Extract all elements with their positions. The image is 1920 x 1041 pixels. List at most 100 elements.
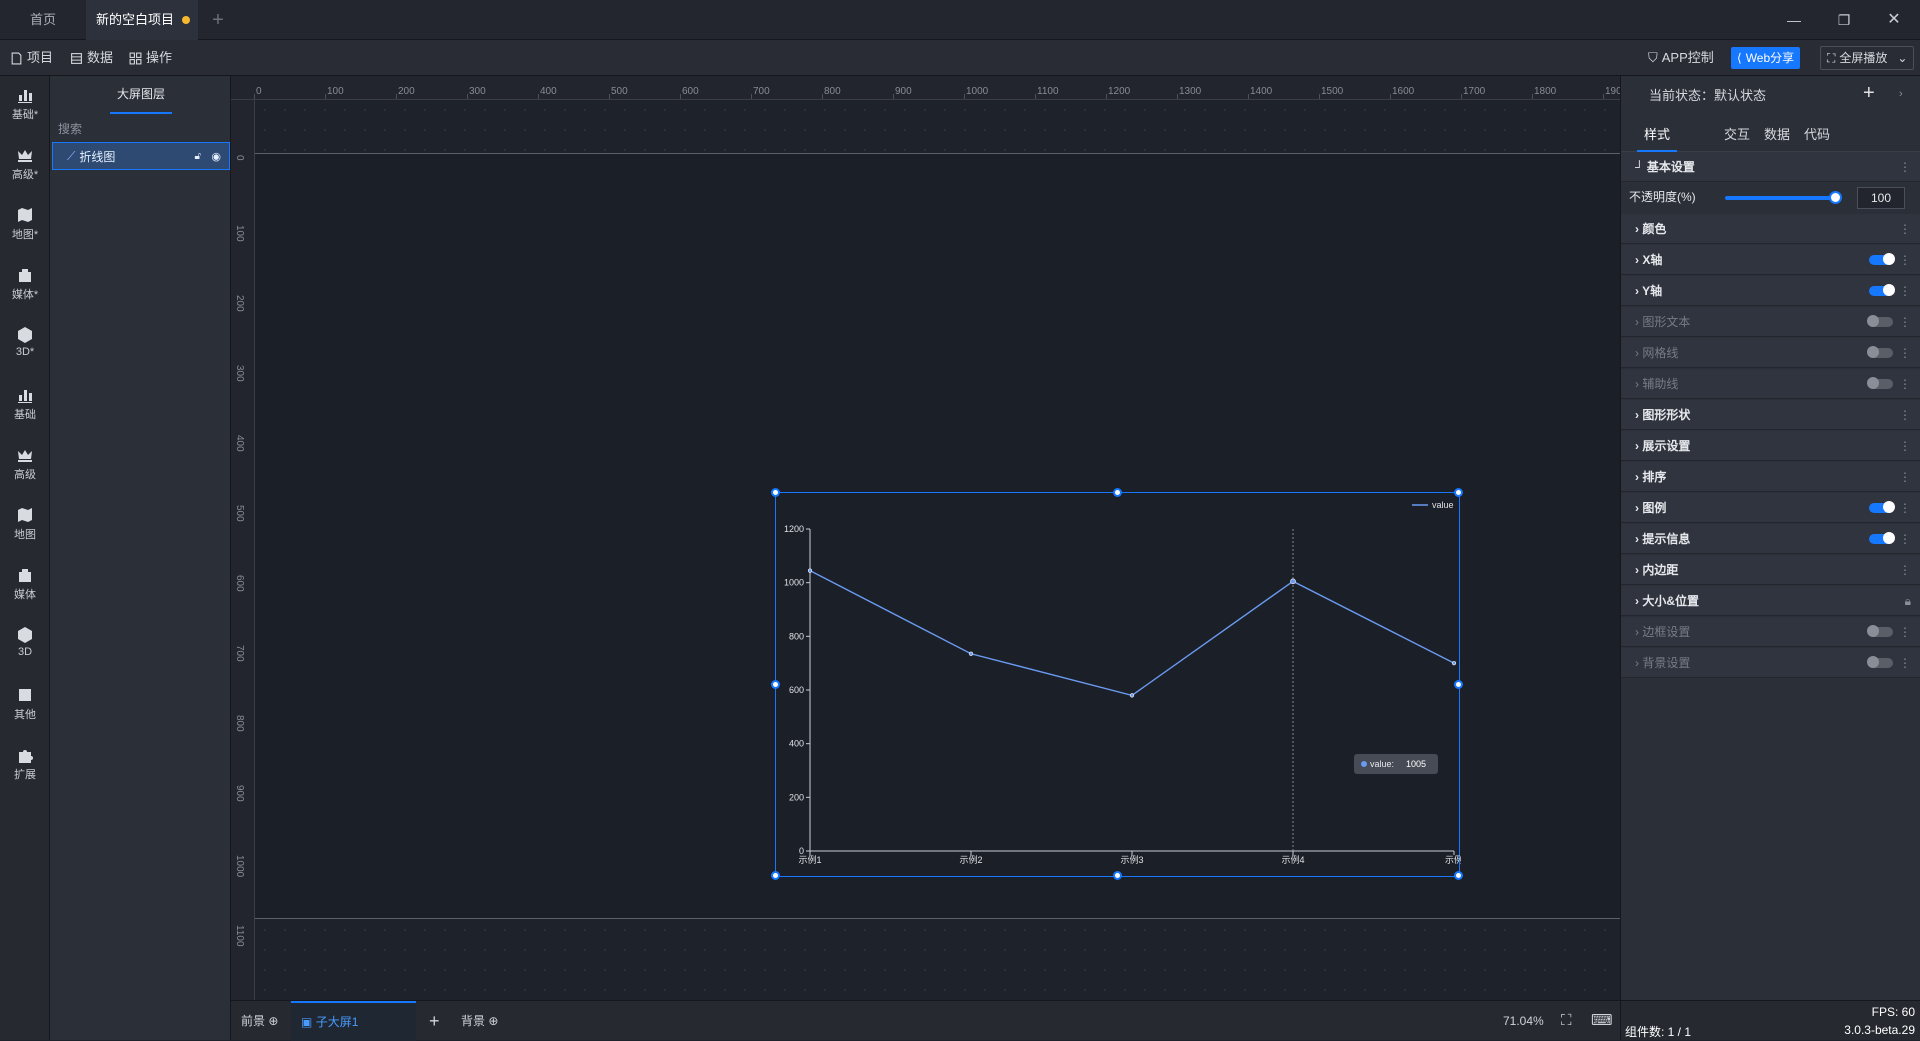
toggle-switch[interactable] — [1867, 315, 1893, 327]
section-tooltip[interactable]: › 提示信息 ⋮ — [1621, 524, 1920, 554]
toggle-switch[interactable] — [1869, 501, 1895, 513]
rail-item-4[interactable]: 3D* — [0, 318, 50, 374]
toggle-switch[interactable] — [1869, 253, 1895, 265]
opacity-slider-handle[interactable] — [1829, 191, 1842, 204]
tab-data[interactable]: 数据 — [1757, 118, 1797, 152]
rail-item-10[interactable]: 其他 — [0, 678, 50, 734]
add-state-button[interactable]: + — [1863, 82, 1875, 105]
toggle-switch[interactable] — [1869, 284, 1895, 296]
section-sort[interactable]: › 排序 ⋮ — [1621, 462, 1920, 492]
add-circle-icon[interactable]: ⊕ — [488, 1014, 498, 1028]
rail-item-8[interactable]: 媒体 — [0, 558, 50, 614]
operate-menu[interactable]: 操作 — [129, 40, 172, 76]
section-yaxis[interactable]: › Y轴 ⋮ — [1621, 276, 1920, 306]
layer-item-line-chart[interactable]: ⟋ 折线图 🔓︎ ◉ — [52, 142, 230, 170]
section-padding[interactable]: › 内边距 ⋮ — [1621, 555, 1920, 585]
rail-item-label: 3D* — [15, 346, 35, 358]
section-legend[interactable]: › 图例 ⋮ — [1621, 493, 1920, 523]
project-menu[interactable]: 项目 — [10, 40, 53, 76]
section-shape[interactable]: › 图形形状 ⋮ — [1621, 400, 1920, 430]
tab-code[interactable]: 代码 — [1797, 118, 1837, 152]
line-chart-component[interactable]: 0 200 400 600 800 1000 1200 示例1 示例2 示例3 示例4 示例 value… — [771, 488, 1463, 880]
toggle-switch[interactable] — [1867, 377, 1893, 389]
current-state[interactable]: 当前状态：默认状态 — [1649, 76, 1766, 116]
resize-handle[interactable] — [771, 871, 780, 880]
minimize-icon[interactable]: — — [1782, 8, 1806, 32]
opacity-slider[interactable] — [1725, 196, 1835, 200]
rail-item-3[interactable]: 媒体* — [0, 258, 50, 314]
more-icon[interactable]: ⋮ — [1899, 152, 1911, 182]
more-icon[interactable]: ⋮ — [1899, 338, 1911, 368]
section-aux[interactable]: › 辅助线 ⋮ — [1621, 369, 1920, 399]
tab-style[interactable]: 样式 — [1637, 118, 1677, 152]
resize-handle[interactable] — [1454, 679, 1463, 689]
web-share-button[interactable]: ⟨ Web分享 — [1731, 47, 1801, 69]
section-bg[interactable]: › 背景设置 ⋮ — [1621, 648, 1920, 678]
section-shape-text[interactable]: › 图形文本 ⋮ — [1621, 307, 1920, 337]
section-border[interactable]: › 边框设置 ⋮ — [1621, 617, 1920, 647]
more-icon[interactable]: ⋮ — [1899, 555, 1911, 585]
more-icon[interactable]: ⋮ — [1899, 214, 1911, 244]
rail-item-5[interactable]: 基础 — [0, 378, 50, 434]
tab-home[interactable]: 首页 — [0, 0, 86, 40]
more-icon[interactable]: ⋮ — [1899, 617, 1911, 647]
eye-icon[interactable]: ◉ — [211, 150, 221, 163]
zoom-level[interactable]: 71.04% — [1503, 1001, 1544, 1041]
add-screen-button[interactable]: + — [429, 1001, 440, 1041]
tab-interaction[interactable]: 交互 — [1717, 118, 1757, 152]
section-display[interactable]: › 展示设置 ⋮ — [1621, 431, 1920, 461]
more-icon[interactable]: ⋮ — [1899, 276, 1911, 306]
unlock-icon[interactable]: 🔓︎ — [195, 151, 201, 162]
resize-handle[interactable] — [1454, 488, 1463, 497]
sub-screen-tab[interactable]: ▣ 子大屏1 — [291, 1001, 416, 1041]
section-size-pos[interactable]: › 大小&位置 🔒︎ — [1621, 586, 1920, 616]
canvas-area[interactable]: 0 200 400 600 800 1000 1200 示例1 示例2 示例3 示例4 示例 value… — [255, 100, 1620, 1000]
rail-item-2[interactable]: 地图* — [0, 198, 50, 254]
more-icon[interactable]: ⋮ — [1899, 369, 1911, 399]
background-tab[interactable]: 背景 ⊕ — [461, 1001, 498, 1041]
section-xaxis[interactable]: › X轴 ⋮ — [1621, 245, 1920, 275]
section-grid[interactable]: › 网格线 ⋮ — [1621, 338, 1920, 368]
rail-item-6[interactable]: 高级 — [0, 438, 50, 494]
chevron-right-icon[interactable]: › — [1899, 88, 1903, 100]
rail-item-9[interactable]: 3D — [0, 618, 50, 674]
rail-item-7[interactable]: 地图 — [0, 498, 50, 554]
toggle-switch[interactable] — [1869, 532, 1895, 544]
toggle-switch[interactable] — [1867, 346, 1893, 358]
resize-handle[interactable] — [1112, 488, 1122, 497]
rail-item-1[interactable]: 高级* — [0, 138, 50, 194]
section-basic[interactable]: ┘ 基本设置 ⋮ — [1621, 152, 1920, 182]
opacity-input[interactable]: 100 — [1857, 187, 1905, 209]
resize-handle[interactable] — [771, 679, 780, 689]
more-icon[interactable]: ⋮ — [1899, 245, 1911, 275]
resize-handle[interactable] — [1454, 871, 1463, 880]
resize-handle[interactable] — [771, 488, 780, 497]
more-icon[interactable]: ⋮ — [1899, 524, 1911, 554]
layers-title[interactable]: 大屏图层 — [110, 84, 172, 114]
data-menu[interactable]: 数据 — [70, 40, 113, 76]
more-icon[interactable]: ⋮ — [1899, 493, 1911, 523]
resize-handle[interactable] — [1112, 871, 1122, 880]
section-color[interactable]: › 颜色 ⋮ — [1621, 214, 1920, 244]
more-icon[interactable]: ⋮ — [1899, 431, 1911, 461]
close-icon[interactable]: ✕ — [1882, 8, 1906, 32]
add-circle-icon[interactable]: ⊕ — [268, 1014, 278, 1028]
fullscreen-button[interactable]: ⛶ 全屏播放 ⌄ — [1820, 46, 1915, 70]
fit-screen-icon[interactable]: ⛶ — [1561, 1001, 1572, 1041]
lock-icon[interactable]: 🔒︎ — [1905, 586, 1911, 616]
more-icon[interactable]: ⋮ — [1899, 648, 1911, 678]
toggle-switch[interactable] — [1867, 625, 1893, 637]
more-icon[interactable]: ⋮ — [1899, 400, 1911, 430]
toggle-switch[interactable] — [1867, 656, 1893, 668]
more-icon[interactable]: ⋮ — [1899, 307, 1911, 337]
title-bar: 首页 新的空白项目 + — ❐ ✕ — [0, 0, 1920, 40]
restore-icon[interactable]: ❐ — [1832, 8, 1856, 32]
more-icon[interactable]: ⋮ — [1899, 462, 1911, 492]
layer-search-input[interactable]: 搜索 — [58, 116, 82, 142]
rail-item-11[interactable]: 扩展 — [0, 738, 50, 794]
keyboard-icon[interactable]: ⌨ — [1591, 1001, 1613, 1041]
rail-item-0[interactable]: 基础* — [0, 78, 50, 134]
add-tab-button[interactable]: + — [206, 0, 230, 40]
foreground-tab[interactable]: 前景 ⊕ — [241, 1001, 278, 1041]
app-control-button[interactable]: ⛉ APP控制 — [1648, 40, 1714, 76]
